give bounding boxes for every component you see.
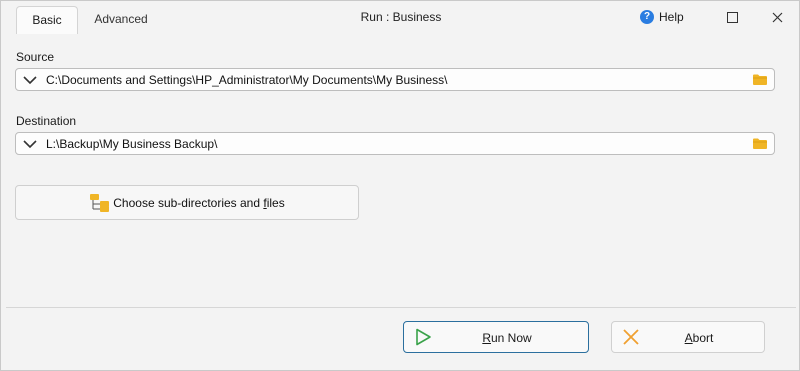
folder-icon[interactable] — [753, 74, 767, 85]
chevron-down-icon[interactable] — [22, 73, 38, 87]
help-button[interactable]: ? Help — [640, 10, 684, 24]
source-label: Source — [16, 50, 55, 64]
choose-subdirectories-button[interactable]: Choose sub-directories and files — [15, 185, 359, 220]
folder-tree-icon — [90, 193, 110, 212]
maximize-button[interactable] — [717, 5, 747, 29]
destination-label: Destination — [16, 114, 77, 128]
folder-icon[interactable] — [753, 138, 767, 149]
help-label: Help — [659, 10, 684, 24]
maximize-icon — [726, 11, 738, 23]
source-combo[interactable]: C:\Documents and Settings\HP_Administrat… — [15, 68, 775, 91]
chevron-down-icon[interactable] — [22, 137, 38, 151]
close-icon — [772, 12, 782, 22]
run-now-label: Run Now — [482, 331, 532, 345]
footer-divider — [6, 307, 796, 308]
close-button[interactable] — [762, 5, 792, 29]
help-icon: ? — [640, 10, 654, 24]
dialog-window: Basic Advanced Run : Business ? Help Sou… — [0, 0, 800, 371]
source-path[interactable]: C:\Documents and Settings\HP_Administrat… — [46, 73, 447, 87]
run-now-button[interactable]: Run Now — [403, 321, 589, 353]
destination-path[interactable]: L:\Backup\My Business Backup\ — [46, 137, 217, 151]
destination-combo[interactable]: L:\Backup\My Business Backup\ — [15, 132, 775, 155]
abort-label: Abort — [684, 331, 714, 345]
choose-label: Choose sub-directories and files — [113, 195, 285, 210]
abort-button[interactable]: Abort — [611, 321, 765, 353]
